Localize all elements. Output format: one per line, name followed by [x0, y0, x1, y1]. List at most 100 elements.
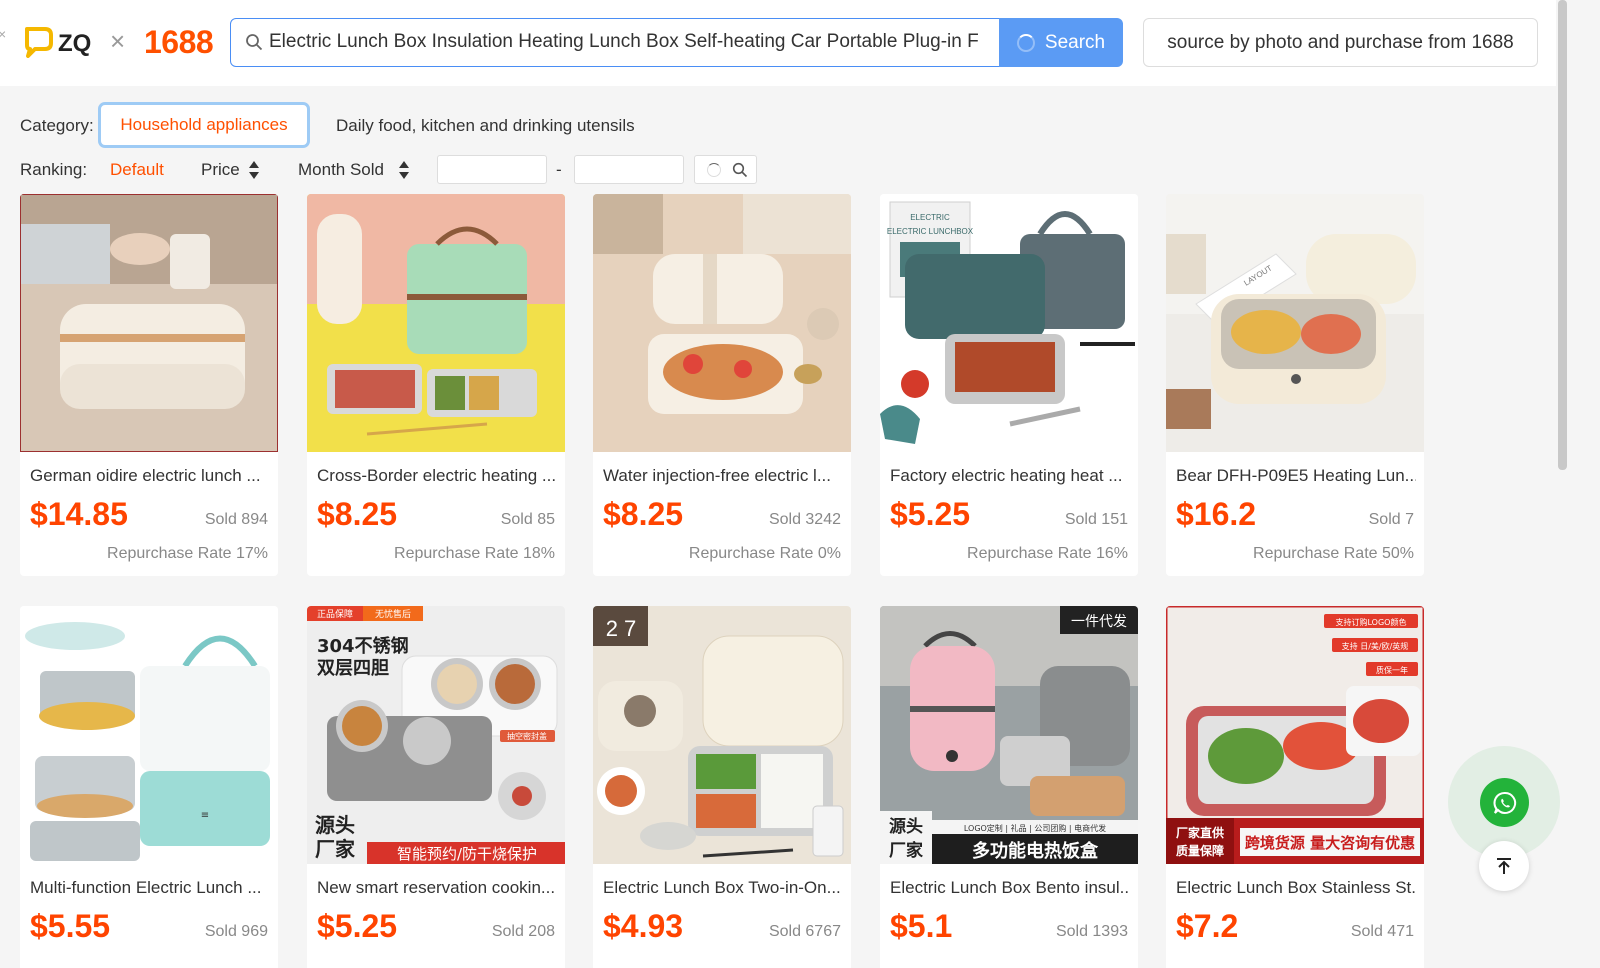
product-image[interactable]: ≡ [20, 606, 278, 864]
product-card[interactable]: LAYOUT Bear DFH-P09E5 Heating Lun... $16… [1166, 194, 1424, 576]
image-source-label: 源头 [315, 813, 355, 837]
brand-name: ZQ [58, 30, 92, 57]
ranking-label: Ranking: [20, 160, 88, 179]
product-title[interactable]: Electric Lunch Box Stainless St... [1176, 878, 1416, 898]
search-bar [230, 18, 1000, 67]
image-strip-text: LOGO定制 | 礼品 | 公司团购 | 电商代发 [964, 823, 1106, 833]
top-header: × ZQ × 1688 Search source by photo and p… [0, 0, 1568, 86]
product-sold: Sold 3242 [768, 511, 841, 528]
search-icon [246, 34, 263, 51]
product-title[interactable]: German oidire electric lunch ... [30, 466, 270, 486]
product-repurchase-rate: Repurchase Rate 0% [688, 545, 841, 562]
sort-price[interactable]: Price [201, 160, 240, 180]
image-source-label: 源头 [889, 816, 923, 837]
product-price: $16.2 [1176, 496, 1257, 532]
product-image[interactable]: 一件代发 源头 厂家 LOGO定制 | 礼品 | 公司团购 | 电商代发 多功能… [880, 606, 1138, 864]
image-banner: 多功能电热饭盒 [972, 840, 1099, 862]
product-image[interactable] [593, 194, 851, 452]
loading-spinner-icon [1016, 33, 1035, 52]
product-sold: Sold 85 [500, 511, 555, 528]
product-title[interactable]: Water injection-free electric l... [603, 466, 843, 486]
product-card[interactable]: 2 7 Electric Lunch Box Two-in-On... $4.9… [593, 606, 851, 968]
product-sold: Sold 7 [1368, 511, 1414, 528]
loading-spinner-icon [707, 163, 721, 177]
product-image[interactable]: 支持订购LOGO颜色 支持 日/美/欧/英规 质保一年 厂家直供 质量保障 跨境… [1166, 606, 1424, 864]
image-source-label: 厂家 [315, 837, 356, 861]
product-price: $5.55 [30, 908, 111, 944]
category-kitchen-utensils[interactable]: Daily food, kitchen and drinking utensil… [336, 116, 635, 136]
search-button[interactable]: Search [999, 18, 1123, 67]
product-price: $8.25 [317, 496, 398, 532]
image-badge: 正品保障 [317, 608, 353, 620]
zq-logo-icon [25, 27, 53, 58]
sort-month-sold[interactable]: Month Sold [298, 160, 384, 180]
photo-search-button[interactable]: source by photo and purchase from 1688 [1143, 18, 1538, 67]
calendar-date: 2 7 [606, 616, 637, 641]
search-button-label: Search [1044, 31, 1106, 53]
photo-search-label: source by photo and purchase from 1688 [1167, 31, 1514, 53]
category-label-text: Household appliances [120, 115, 288, 134]
product-image[interactable]: LAYOUT [1166, 194, 1424, 452]
product-price: $8.25 [603, 496, 684, 532]
product-price: $5.25 [890, 496, 971, 532]
image-source-label: 厂家 [889, 840, 923, 861]
product-card[interactable]: ELECTRIC ELECTRIC LUNCHBOX Factory elect… [880, 194, 1138, 576]
category-household-appliances[interactable]: Household appliances [98, 102, 310, 148]
search-input[interactable] [269, 19, 991, 65]
product-price: $7.2 [1176, 908, 1239, 944]
search-icon [732, 162, 748, 178]
product-card[interactable]: 一件代发 源头 厂家 LOGO定制 | 礼品 | 公司团购 | 电商代发 多功能… [880, 606, 1138, 968]
image-side-label: 厂家直供 [1176, 825, 1224, 840]
product-sold: Sold 894 [204, 511, 268, 528]
product-title[interactable]: Multi-function Electric Lunch ... [30, 878, 270, 898]
product-image[interactable]: ELECTRIC ELECTRIC LUNCHBOX [880, 194, 1138, 452]
product-image[interactable]: 正品保障 无忧售后 304不锈钢 双层四胆 抽空密封盖 源头 厂家 智能预约/防… [307, 606, 565, 864]
product-title[interactable]: Cross-Border electric heating ... [317, 466, 557, 486]
product-title[interactable]: Electric Lunch Box Bento insul... [890, 878, 1130, 898]
image-headline: 双层四胆 [317, 658, 389, 679]
product-title[interactable]: New smart reservation cookin... [317, 878, 557, 898]
svg-text:≡: ≡ [201, 810, 209, 821]
product-sold: Sold 471 [1350, 923, 1414, 940]
whatsapp-button[interactable] [1480, 778, 1529, 827]
product-price: $5.25 [317, 908, 398, 944]
product-card[interactable]: 正品保障 无忧售后 304不锈钢 双层四胆 抽空密封盖 源头 厂家 智能预约/防… [307, 606, 565, 968]
range-separator: - [556, 160, 562, 179]
sort-arrows-icon[interactable] [248, 160, 260, 180]
product-card[interactable]: 支持订购LOGO颜色 支持 日/美/欧/英规 质保一年 厂家直供 质量保障 跨境… [1166, 606, 1424, 968]
image-tag: 支持订购LOGO颜色 [1336, 617, 1407, 627]
price-min-input[interactable] [437, 155, 547, 184]
image-tag: 抽空密封盖 [507, 731, 547, 741]
price-max-input[interactable] [574, 155, 684, 184]
product-card[interactable]: German oidire electric lunch ... $14.85 … [20, 194, 278, 576]
product-image[interactable] [307, 194, 565, 452]
image-banner: 智能预约/防干烧保护 [397, 845, 537, 863]
image-headline: 304不锈钢 [317, 635, 409, 657]
box-label-small: ELECTRIC [910, 213, 950, 222]
product-image[interactable]: 2 7 [593, 606, 851, 864]
product-price: $14.85 [30, 496, 128, 532]
product-card[interactable]: ≡ Multi-function Electric Lunch ... $5.5… [20, 606, 278, 968]
product-repurchase-rate: Repurchase Rate 18% [394, 545, 555, 562]
sort-arrows-icon[interactable] [398, 160, 410, 180]
sort-default[interactable]: Default [110, 160, 164, 180]
product-title[interactable]: Factory electric heating heat ... [890, 466, 1130, 486]
back-to-top-button[interactable] [1479, 841, 1529, 891]
product-sold: Sold 969 [204, 923, 268, 940]
product-repurchase-rate: Repurchase Rate 50% [1253, 545, 1414, 562]
product-card[interactable]: Cross-Border electric heating ... $8.25 … [307, 194, 565, 576]
product-title[interactable]: Bear DFH-P09E5 Heating Lun... [1176, 466, 1416, 486]
product-price: $5.1 [890, 908, 953, 944]
image-badge: 一件代发 [1071, 614, 1127, 630]
product-sold: Sold 6767 [768, 923, 841, 940]
close-icon[interactable]: × [0, 26, 6, 42]
product-title[interactable]: Electric Lunch Box Two-in-On... [603, 878, 843, 898]
image-tag: 支持 日/美/欧/英规 [1342, 641, 1409, 651]
product-image[interactable] [20, 194, 278, 452]
range-search-button[interactable] [694, 155, 757, 184]
scrollbar-thumb[interactable] [1558, 0, 1567, 470]
product-card[interactable]: Water injection-free electric l... $8.25… [593, 194, 851, 576]
image-badge: 无忧售后 [375, 608, 411, 620]
category-label: Category: [20, 116, 94, 135]
partner-logo: 1688 [144, 24, 214, 60]
